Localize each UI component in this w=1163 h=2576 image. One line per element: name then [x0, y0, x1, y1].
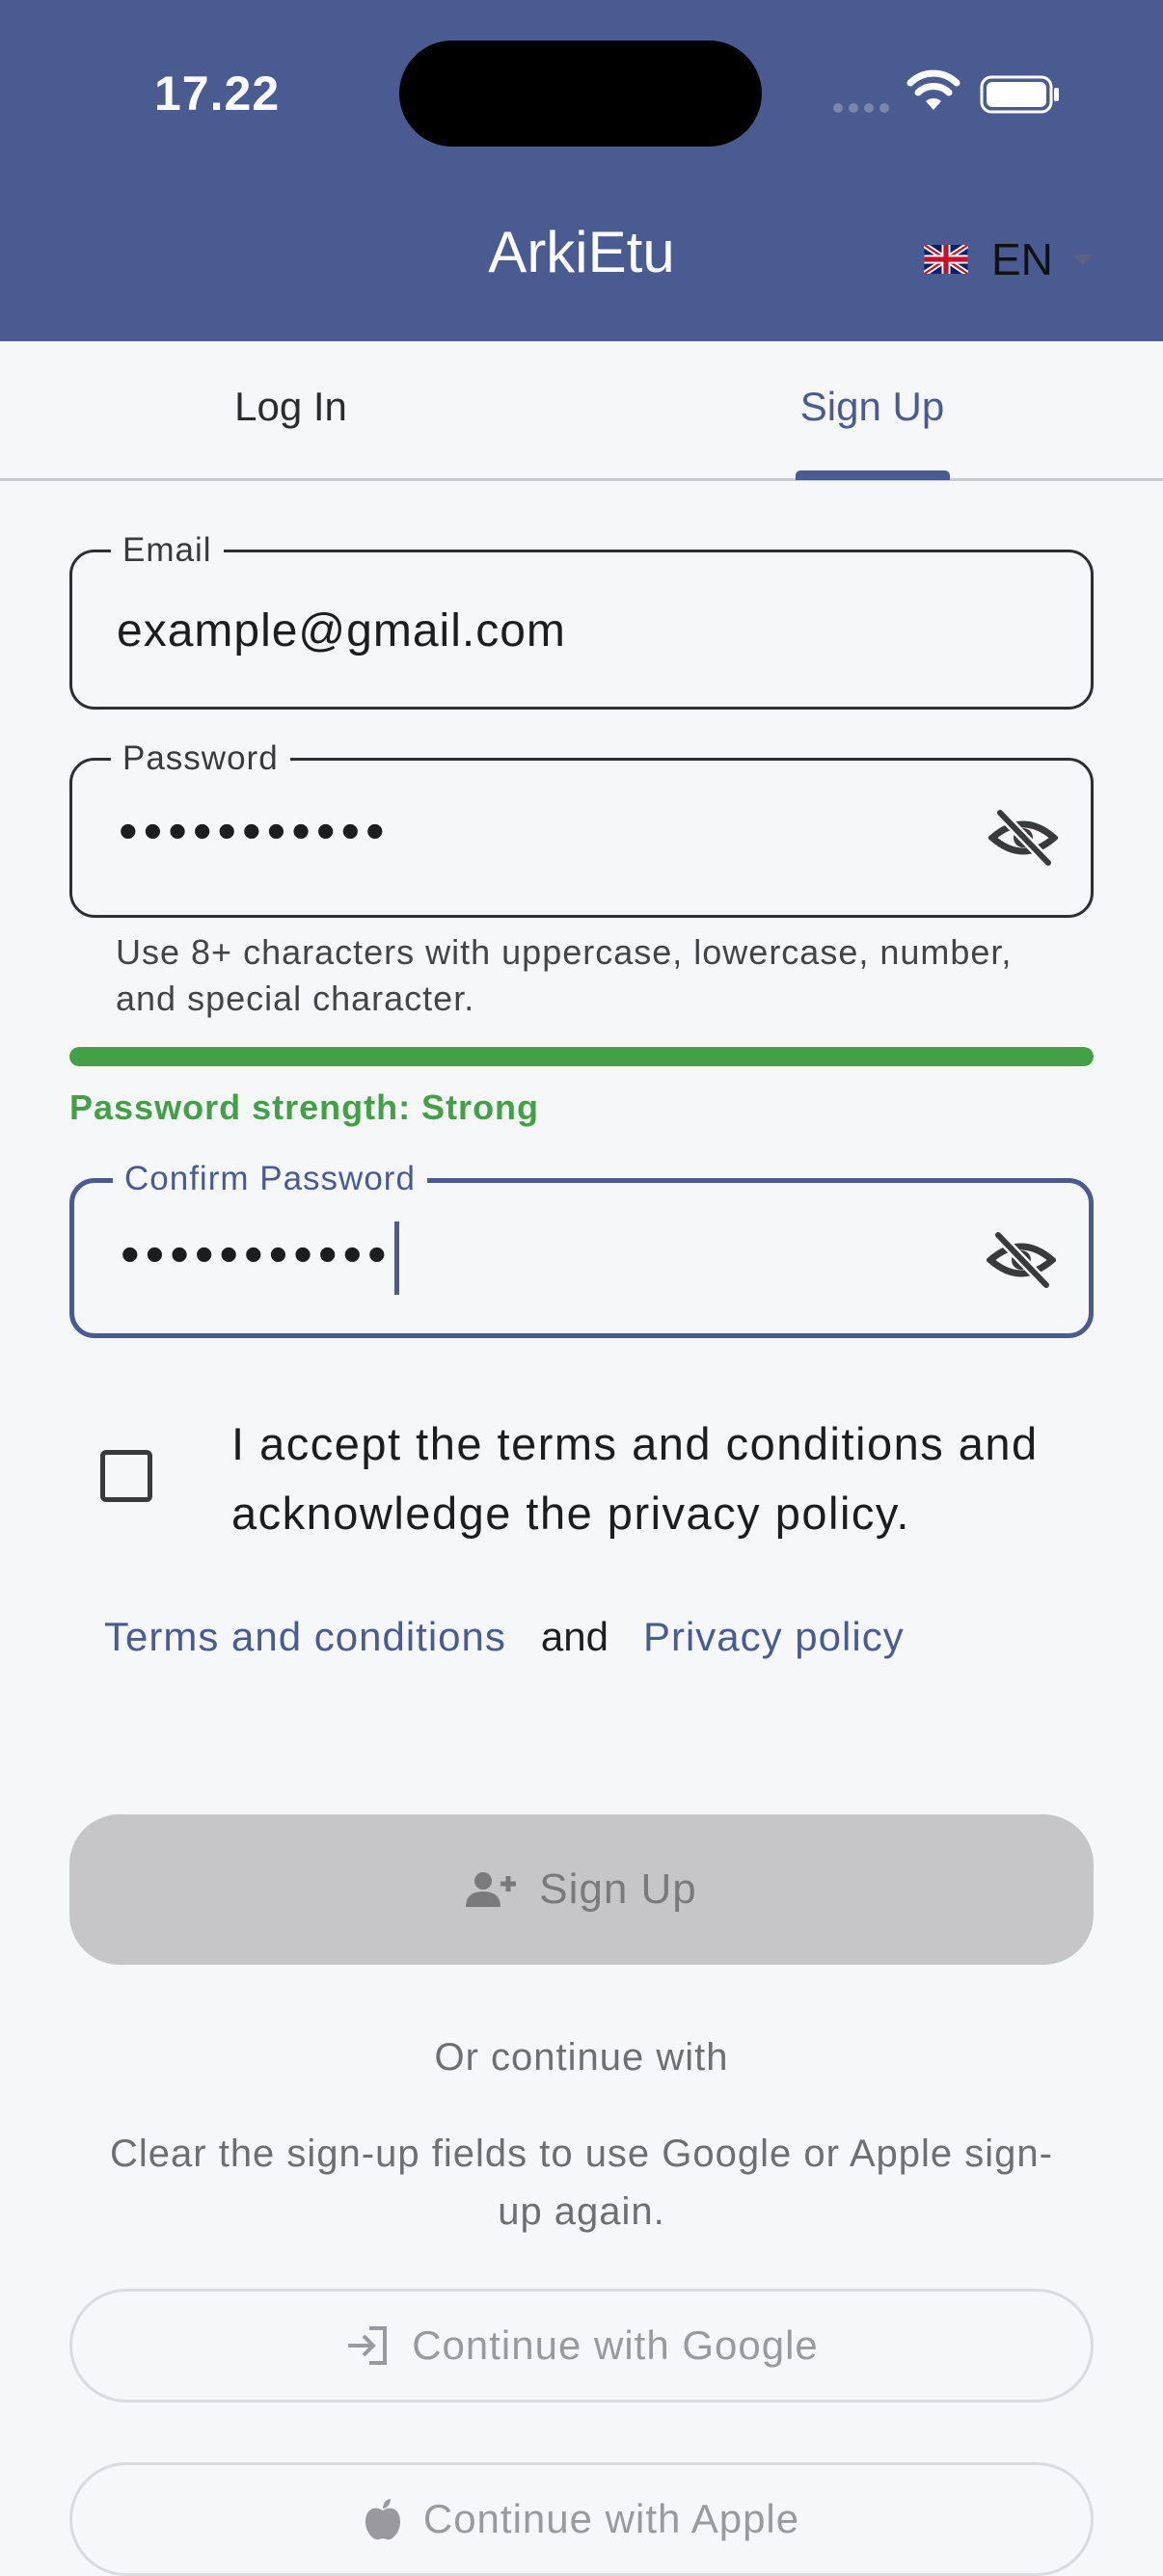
dynamic-island: [399, 40, 762, 147]
or-continue-text: Or continue with: [434, 2036, 729, 2079]
language-code: EN: [991, 234, 1053, 284]
password-hint: Use 8+ characters with uppercase, lowerc…: [116, 932, 1013, 1018]
sign-up-button[interactable]: Sign Up: [69, 1814, 1094, 1965]
tab-sign-up[interactable]: Sign Up: [582, 384, 1163, 430]
login-icon: [348, 2326, 388, 2365]
google-label: Continue with Google: [412, 2322, 819, 2368]
apple-icon: [365, 2499, 400, 2540]
eye-off-icon[interactable]: [987, 1231, 1056, 1289]
auth-tabs: Log In Sign Up: [0, 341, 1163, 481]
chevron-down-icon: [1071, 254, 1094, 265]
apple-label: Continue with Apple: [422, 2496, 800, 2541]
password-label: Password: [111, 739, 290, 778]
email-value: example@gmail.com: [117, 605, 566, 657]
tab-indicator: [796, 470, 950, 480]
password-value: •••••••••••: [119, 800, 391, 861]
wifi-icon: [906, 69, 960, 110]
text-cursor: [393, 1221, 399, 1295]
tab-log-in[interactable]: Log In: [0, 384, 582, 430]
sign-up-label: Sign Up: [539, 1865, 697, 1913]
password-strength-text: Password strength: Strong: [69, 1087, 540, 1127]
password-strength-fill: [69, 1047, 1094, 1066]
status-time: 17.22: [154, 67, 281, 121]
continue-with-apple-button[interactable]: Continue with Apple: [69, 2462, 1094, 2576]
add-user-icon: [466, 1872, 517, 1907]
continue-with-google-button[interactable]: Continue with Google: [69, 2289, 1094, 2402]
password-strength-bar: [69, 1047, 1094, 1066]
clear-fields-hint: Clear the sign-up fields to use Google o…: [110, 2133, 1053, 2233]
legal-links: Terms and conditions and Privacy policy: [104, 1614, 905, 1660]
privacy-link[interactable]: Privacy policy: [643, 1614, 905, 1659]
battery-icon: [980, 75, 1059, 114]
email-label: Email: [111, 531, 224, 570]
uk-flag-icon: [924, 245, 968, 274]
and-text: and: [540, 1614, 609, 1659]
terms-link[interactable]: Terms and conditions: [104, 1614, 506, 1659]
email-field[interactable]: Email example@gmail.com: [69, 531, 1094, 710]
terms-checkbox[interactable]: [100, 1450, 152, 1502]
terms-text: I accept the terms and conditions and ac…: [231, 1418, 1039, 1539]
confirm-password-value: •••••••••••: [121, 1221, 399, 1295]
language-selector[interactable]: EN: [924, 234, 1094, 284]
confirm-password-label: Confirm Password: [113, 1160, 427, 1198]
cellular-signal-icon: [833, 100, 895, 118]
app-header: 17.22 ArkiEtu EN: [0, 0, 1163, 341]
confirm-password-field[interactable]: Confirm Password •••••••••••: [69, 1160, 1094, 1338]
password-field[interactable]: Password •••••••••••: [69, 739, 1094, 918]
eye-off-icon[interactable]: [988, 809, 1058, 867]
